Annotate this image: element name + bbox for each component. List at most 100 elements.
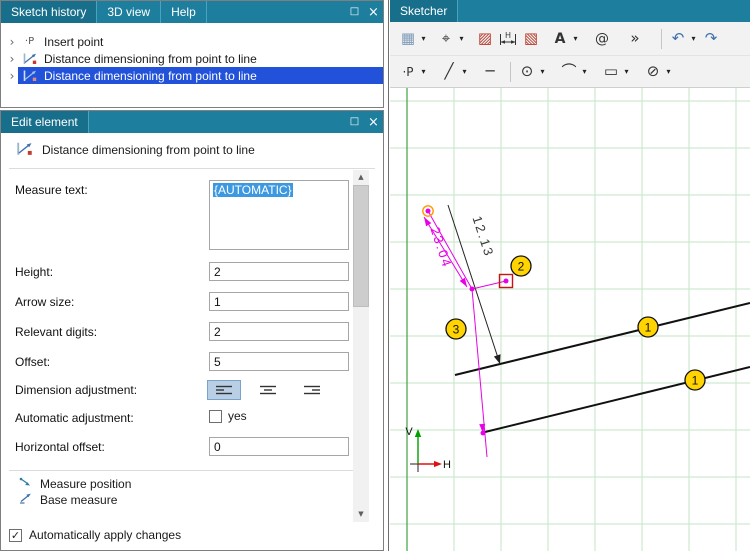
sketch-canvas[interactable]: 12.13 23.04 1 1 2 3 V H	[390, 88, 750, 551]
text-button[interactable]: A	[550, 27, 570, 51]
undo-dropdown[interactable]: ▾	[688, 27, 699, 51]
adjust-left-button[interactable]	[207, 380, 241, 400]
maximize-button[interactable]: □	[345, 111, 364, 133]
marker-point-2[interactable]: 2	[510, 255, 532, 277]
arc-dropdown[interactable]: ▾	[579, 60, 590, 84]
tab-sketcher[interactable]: Sketcher	[390, 0, 459, 22]
offset-input[interactable]	[209, 352, 349, 371]
symbol-button[interactable]: @	[592, 27, 612, 51]
close-icon: ×	[368, 114, 379, 130]
scrollbar-thumb[interactable]	[353, 185, 369, 307]
sketcher-toolbar-draw: ·P ▾ ╱ ▾ ─ ⊙ ▾ ⌒ ▾ ▭ ▾ ⊘ ▾	[390, 56, 750, 88]
maximize-button[interactable]: □	[345, 1, 364, 23]
apply-changes-checkbox[interactable]: ✓	[9, 528, 22, 542]
text-dropdown[interactable]: ▾	[570, 27, 581, 51]
measure-text-input[interactable]: {AUTOMATIC}	[209, 180, 349, 250]
sketch-history-titlebar: Sketch history 3D view Help □ ×	[1, 1, 383, 23]
history-item-dimension-2-selected[interactable]: › Distance dimensioning from point to li…	[1, 67, 383, 84]
undo-button[interactable]: ↶	[668, 27, 688, 51]
point-dropdown[interactable]: ▾	[418, 60, 429, 84]
sketch-history-window: Sketch history 3D view Help □ × › ·P Ins…	[0, 0, 384, 108]
close-button[interactable]: ×	[364, 111, 383, 133]
history-item-body[interactable]: Distance dimensioning from point to line	[18, 67, 383, 84]
chevron-right-icon[interactable]: ›	[6, 70, 18, 82]
close-icon: ×	[368, 4, 379, 20]
marker-line-1-top[interactable]: 1	[637, 316, 659, 338]
scroll-down-button[interactable]: ▼	[353, 507, 369, 522]
panel-divider	[388, 0, 389, 551]
tab-3d-view[interactable]: 3D view	[97, 1, 162, 23]
toolbar-separator	[510, 61, 511, 82]
history-item-insert-point[interactable]: › ·P Insert point	[1, 33, 383, 50]
hatch-button[interactable]: ▨	[475, 27, 495, 51]
marker-base-3[interactable]: 3	[445, 318, 467, 340]
rectangle-dropdown[interactable]: ▾	[621, 60, 632, 84]
tab-help[interactable]: Help	[161, 1, 207, 23]
sketcher-panel: Sketcher ▦ ▾ ⌖ ▾ ▨ H ▧ A ▾ @ » ↶ ▾ ↷ ·P …	[390, 0, 750, 551]
adjust-center-button[interactable]	[251, 380, 285, 400]
line-button[interactable]: ╱	[439, 60, 459, 84]
relevant-digits-input[interactable]	[209, 322, 349, 341]
check-icon: ✓	[10, 528, 21, 542]
line-dropdown[interactable]: ▾	[459, 60, 470, 84]
chevron-right-icon[interactable]: ›	[6, 36, 18, 48]
arc-button[interactable]: ⌒	[559, 60, 579, 84]
edit-element-form: Measure text: {AUTOMATIC} Height: Arrow …	[1, 170, 383, 522]
circle-dropdown[interactable]: ▾	[537, 60, 548, 84]
ellipse-dropdown[interactable]: ▾	[663, 60, 674, 84]
measure-position-icon	[19, 476, 32, 491]
scroll-up-button[interactable]: ▲	[353, 170, 369, 185]
tab-sketch-history[interactable]: Sketch history	[1, 1, 98, 23]
maximize-icon: □	[349, 116, 360, 127]
hatch-icon: ▨	[477, 29, 493, 47]
history-item-body[interactable]: Distance dimensioning from point to line	[18, 50, 383, 67]
measure-point[interactable]	[469, 286, 475, 292]
segment-button[interactable]: ─	[480, 60, 500, 84]
automatic-adjustment-label: Automatic adjustment:	[15, 411, 134, 425]
point-button[interactable]: ·P	[398, 60, 418, 84]
tab-edit-element[interactable]: Edit element	[1, 111, 89, 133]
arrow-size-input[interactable]	[209, 292, 349, 311]
history-item-dimension-1[interactable]: › Distance dimensioning from point to li…	[1, 50, 383, 67]
adjust-right-button[interactable]	[295, 380, 329, 400]
redo-icon: ↷	[704, 29, 718, 47]
drawing-sheet-button[interactable]: ▦	[398, 27, 418, 51]
history-item-body[interactable]: ·P Insert point	[18, 33, 383, 50]
relevant-digits-label: Relevant digits:	[15, 325, 98, 339]
dimension-box-button[interactable]: ▧	[521, 27, 541, 51]
dimension-icon	[21, 69, 38, 82]
titlebar-spacer	[89, 111, 345, 133]
align-center-icon	[260, 385, 276, 394]
sheet-dropdown[interactable]: ▾	[418, 27, 429, 51]
height-input[interactable]	[209, 262, 349, 281]
toolbar-overflow-button[interactable]: »	[625, 27, 645, 51]
rectangle-button[interactable]: ▭	[601, 60, 621, 84]
dimension-horizontal-button[interactable]: H	[498, 27, 518, 51]
select-button[interactable]: ⌖	[436, 27, 456, 51]
chevron-right-icon[interactable]: ›	[6, 53, 18, 65]
undo-icon: ↶	[671, 29, 685, 47]
automatic-adjustment-option: yes	[228, 409, 247, 423]
dimension-start-point[interactable]	[425, 208, 431, 214]
dim-h-letter: H	[505, 31, 511, 40]
circle-button[interactable]: ⊙	[517, 60, 537, 84]
close-button[interactable]: ×	[364, 1, 383, 23]
marker-line-1-bottom[interactable]: 1	[684, 369, 706, 391]
legend-label: Measure position	[40, 476, 132, 491]
dimension-icon	[21, 52, 38, 65]
redo-button[interactable]: ↷	[701, 27, 721, 51]
svg-text:2: 2	[518, 260, 525, 274]
sketcher-toolbar-top: ▦ ▾ ⌖ ▾ ▨ H ▧ A ▾ @ » ↶ ▾ ↷	[390, 22, 750, 56]
select-dropdown[interactable]: ▾	[456, 27, 467, 51]
base-point[interactable]	[480, 430, 486, 436]
measure-text-label: Measure text:	[15, 183, 88, 197]
align-left-icon	[216, 385, 232, 394]
insert-point-icon: ·P	[21, 36, 38, 47]
app-root: Sketch history 3D view Help □ × › ·P Ins…	[0, 0, 750, 551]
automatic-adjustment-checkbox[interactable]	[209, 409, 222, 423]
edit-element-scrollbar[interactable]: ▲ ▼	[353, 170, 369, 522]
edit-element-title: Distance dimensioning from point to line	[42, 143, 255, 157]
horizontal-offset-input[interactable]	[209, 437, 349, 456]
ellipse-button[interactable]: ⊘	[643, 60, 663, 84]
apply-changes-row: ✓ Automatically apply changes	[9, 528, 181, 542]
